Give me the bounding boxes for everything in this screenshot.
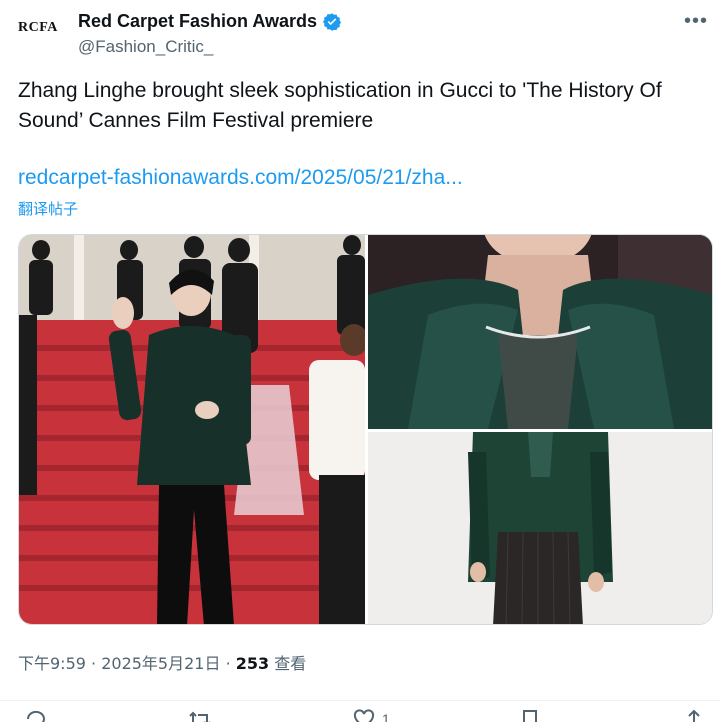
like-icon[interactable] [352,709,376,722]
tweet-text: Zhang Linghe brought sleek sophisticatio… [18,79,662,132]
more-dots-icon[interactable]: ••• [684,10,708,33]
action-bar: 1 [0,700,720,722]
verified-badge-icon[interactable] [322,12,342,32]
like-count: 1 [382,711,390,722]
translate-post-link[interactable]: 翻译帖子 [18,198,78,219]
separator-dot: · [225,654,236,673]
account-handle[interactable]: @Fashion_Critic_ [78,37,213,57]
name-row: Red Carpet Fashion Awards [78,11,342,32]
views-count: 253 [235,654,270,673]
repost-icon[interactable] [188,709,212,722]
photo-jacket-closeup[interactable] [368,235,713,429]
bookmark-icon[interactable] [518,709,542,722]
tweet-meta: 下午9:59 · 2025年5月21日 · 253 查看 [18,650,306,674]
tweet-date[interactable]: 2025年5月21日 [101,654,220,673]
tweet-time[interactable]: 下午9:59 [18,654,86,673]
avatar[interactable]: RCFA [18,20,68,46]
media-grid [18,234,713,625]
article-link[interactable]: redcarpet-fashionawards.com/2025/05/21/z… [18,166,463,190]
reply-icon[interactable] [24,709,48,722]
photo-product[interactable] [368,432,713,625]
views-label: 查看 [274,654,307,673]
share-icon[interactable] [682,709,706,722]
separator-dot: · [91,654,102,673]
tweet-header: RCFA Red Carpet Fashion Awards @Fashion_… [18,8,708,62]
account-name[interactable]: Red Carpet Fashion Awards [78,11,317,32]
photo-red-carpet[interactable] [19,235,365,625]
